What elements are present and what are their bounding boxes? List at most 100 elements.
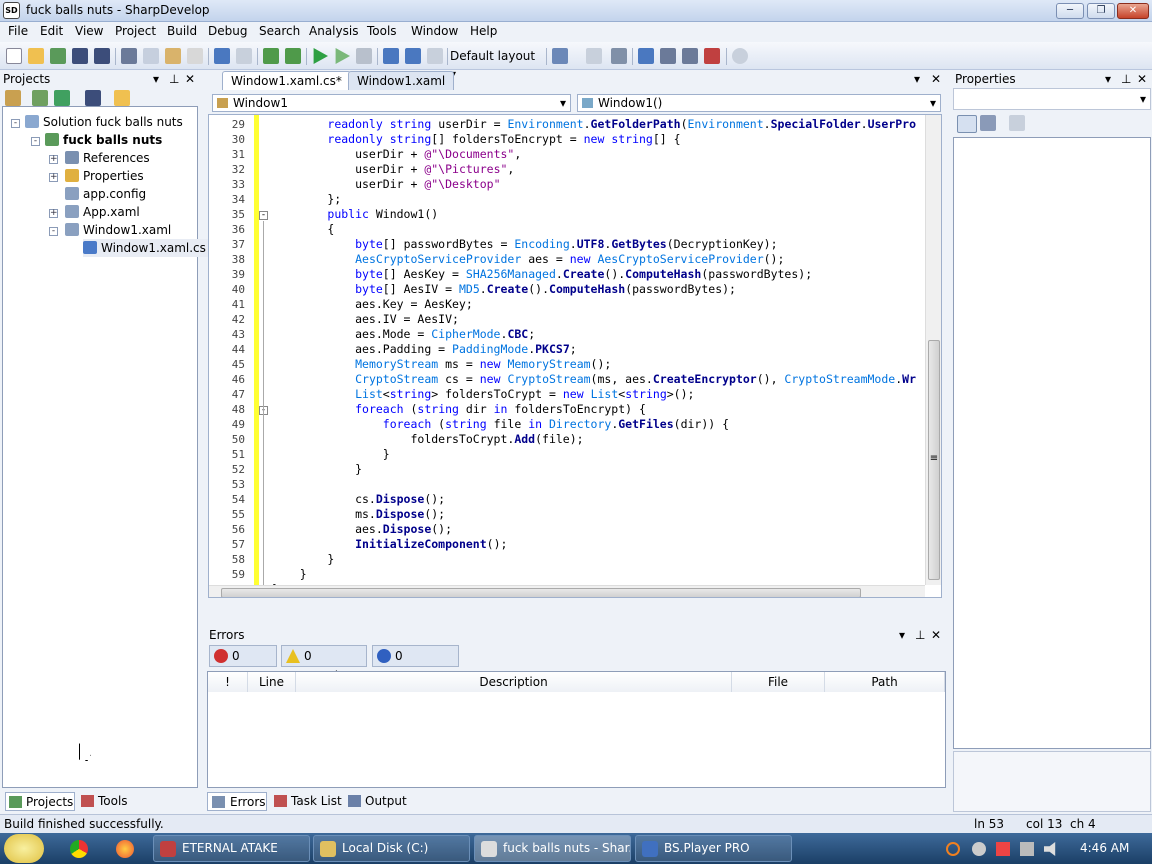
save-icon[interactable]: [72, 48, 88, 64]
new-file-icon[interactable]: [6, 48, 22, 64]
column-header-description[interactable]: Description: [296, 672, 732, 692]
project-options-icon[interactable]: [5, 90, 21, 106]
code-line[interactable]: InitializeComponent();: [272, 537, 507, 552]
tree-expander[interactable]: -: [31, 137, 40, 146]
code-line[interactable]: ms.Dispose();: [272, 507, 445, 522]
pin-icon[interactable]: ⊥: [915, 627, 925, 643]
code-line[interactable]: foldersToCrypt.Add(file);: [272, 432, 583, 447]
close-button[interactable]: ✕: [1117, 3, 1149, 19]
indent-icon[interactable]: [611, 48, 627, 64]
rebuild-icon[interactable]: [285, 48, 301, 64]
column-header-severity[interactable]: !: [208, 672, 248, 692]
tree-item-references[interactable]: References: [65, 149, 150, 167]
tab-window1-xaml[interactable]: Window1.xaml: [348, 71, 455, 90]
tab-tools[interactable]: Tools: [78, 792, 134, 811]
h-scrollbar-thumb[interactable]: [221, 588, 861, 597]
bookmark-next-icon[interactable]: [682, 48, 698, 64]
panel-menu-icon[interactable]: ▾: [899, 627, 905, 643]
tree-expander[interactable]: +: [49, 209, 58, 218]
minimize-button[interactable]: ─: [1056, 3, 1084, 19]
tree-item-app-xaml[interactable]: App.xaml: [65, 203, 140, 221]
close-icon[interactable]: ✕: [931, 627, 941, 643]
tree-item-project[interactable]: fuck balls nuts: [45, 131, 162, 149]
task-eternal-atake[interactable]: ETERNAL ATAKE: [153, 835, 310, 862]
menu-edit[interactable]: Edit: [40, 24, 63, 38]
undo-icon[interactable]: [214, 48, 230, 64]
copy-icon[interactable]: [143, 48, 159, 64]
run-without-debug-icon[interactable]: [335, 48, 350, 64]
tree-expander[interactable]: -: [11, 119, 20, 128]
tab-task-list[interactable]: Task List: [271, 792, 343, 811]
code-line[interactable]: public Window1(): [272, 207, 438, 222]
step-into-icon[interactable]: [405, 48, 421, 64]
close-icon[interactable]: ✕: [1137, 71, 1147, 87]
cut-icon[interactable]: [121, 48, 137, 64]
menu-view[interactable]: View: [75, 24, 103, 38]
code-line[interactable]: byte[] passwordBytes = Encoding.UTF8.Get…: [272, 237, 777, 252]
code-line[interactable]: }: [272, 447, 390, 462]
code-editor[interactable]: 29 30 31 32 33 34 35 36 37 38 39 40 41 42 43 44 45 46 47 48…: [208, 114, 942, 598]
step-over-icon[interactable]: [383, 48, 399, 64]
column-header-path[interactable]: Path: [825, 672, 945, 692]
fold-marker[interactable]: -: [259, 211, 268, 220]
vertical-scrollbar[interactable]: ≡: [925, 115, 941, 585]
tray-icon[interactable]: [972, 842, 986, 856]
find-in-files-icon[interactable]: [552, 48, 568, 64]
search-icon[interactable]: [732, 48, 748, 64]
stop-icon[interactable]: [356, 48, 372, 64]
warnings-filter-button[interactable]: 0 Warnings: [281, 645, 367, 683]
bookmark-prev-icon[interactable]: [660, 48, 676, 64]
messages-filter-button[interactable]: 0 Messages: [372, 645, 459, 683]
tab-projects[interactable]: Projects: [5, 792, 75, 811]
search-icon[interactable]: [946, 842, 960, 856]
errors-filter-button[interactable]: 0 Errors: [209, 645, 277, 683]
tab-errors[interactable]: Errors: [207, 792, 267, 811]
horizontal-scrollbar[interactable]: [209, 585, 925, 597]
menu-window[interactable]: Window: [411, 24, 458, 38]
code-line[interactable]: userDir + @"\Pictures",: [272, 162, 514, 177]
class-dropdown[interactable]: Window1 ▾: [212, 94, 571, 112]
comment-icon[interactable]: [638, 48, 654, 64]
code-line[interactable]: }: [272, 552, 334, 567]
code-line[interactable]: }: [272, 567, 307, 582]
panel-menu-icon[interactable]: ▾: [914, 72, 920, 86]
code-line[interactable]: foreach (string dir in foldersToEncrypt)…: [272, 402, 646, 417]
close-icon[interactable]: ✕: [185, 71, 195, 87]
code-line[interactable]: CryptoStream cs = new CryptoStream(ms, a…: [272, 372, 916, 387]
tree-item-window1-xaml[interactable]: Window1.xaml: [65, 221, 171, 239]
code-line[interactable]: readonly string userDir = Environment.Ge…: [272, 117, 916, 132]
paste-icon[interactable]: [165, 48, 181, 64]
code-line[interactable]: };: [272, 192, 341, 207]
firefox-icon[interactable]: [116, 840, 134, 858]
code-line[interactable]: AesCryptoServiceProvider aes = new AesCr…: [272, 252, 784, 267]
properties-object-dropdown[interactable]: ▾: [953, 88, 1151, 110]
menu-tools[interactable]: Tools: [367, 24, 397, 38]
delete-icon[interactable]: [187, 48, 203, 64]
step-out-icon[interactable]: [427, 48, 443, 64]
open-icon[interactable]: [28, 48, 44, 64]
volume-icon[interactable]: [1044, 842, 1056, 856]
task-sharpdevelop[interactable]: fuck balls nuts - Shar...: [474, 835, 631, 862]
tree-item-window1-xaml-cs[interactable]: Window1.xaml.cs: [83, 239, 209, 257]
code-line[interactable]: byte[] AesIV = MD5.Create().ComputeHash(…: [272, 282, 736, 297]
code-line[interactable]: aes.IV = AesIV;: [272, 312, 459, 327]
column-header-line[interactable]: Line: [248, 672, 296, 692]
start-button[interactable]: [4, 834, 44, 863]
tree-expander[interactable]: +: [49, 155, 58, 164]
code-line[interactable]: foreach (string file in Directory.GetFil…: [272, 417, 729, 432]
toggle-bookmark-icon[interactable]: [586, 48, 602, 64]
panel-menu-icon[interactable]: ▾: [1105, 71, 1111, 87]
code-line[interactable]: aes.Dispose();: [272, 522, 452, 537]
collapse-all-icon[interactable]: [32, 90, 48, 106]
tree-item-app-config[interactable]: app.config: [65, 185, 146, 203]
network-icon[interactable]: [1020, 842, 1034, 856]
categorized-icon[interactable]: [957, 115, 977, 133]
menu-build[interactable]: Build: [167, 24, 197, 38]
code-line[interactable]: }: [272, 462, 362, 477]
save-all-icon[interactable]: [94, 48, 110, 64]
refresh-icon[interactable]: [54, 90, 70, 106]
clock[interactable]: 4:46 AM: [1080, 841, 1129, 855]
tree-item-solution[interactable]: Solution fuck balls nuts: [25, 113, 183, 131]
pin-icon[interactable]: ⊥: [1121, 71, 1131, 87]
code-line[interactable]: aes.Mode = CipherMode.CBC;: [272, 327, 535, 342]
